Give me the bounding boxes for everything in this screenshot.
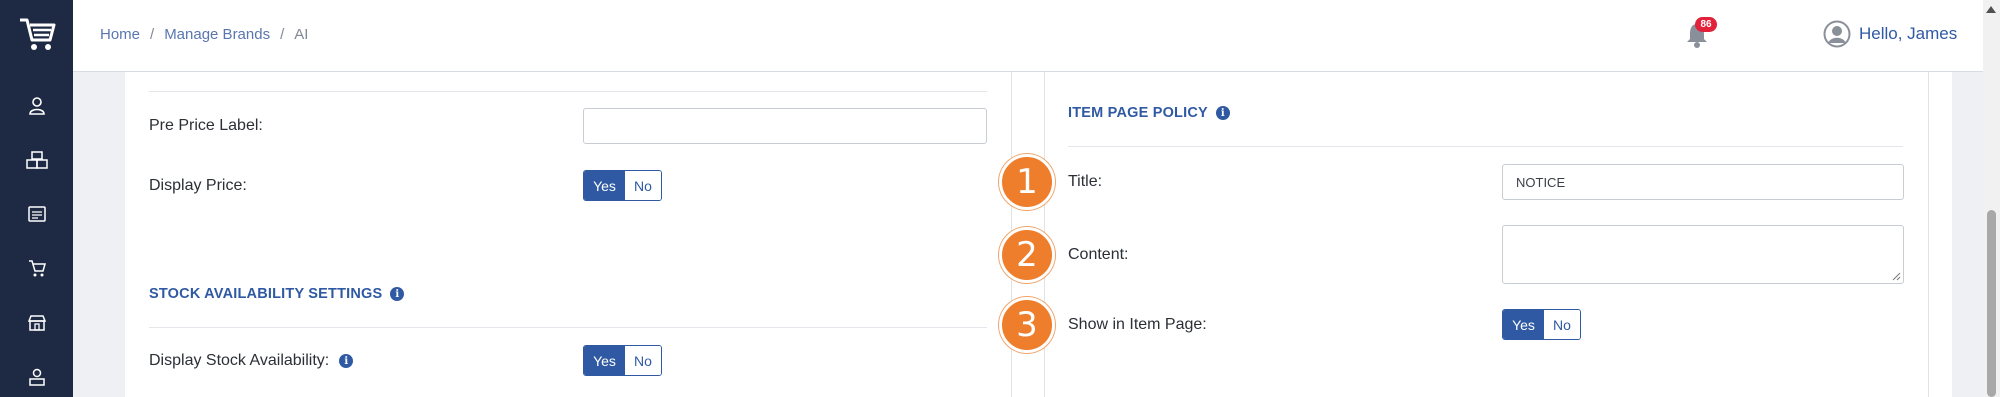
display-stock-yes-button[interactable]: Yes <box>584 346 625 375</box>
breadcrumb-separator: / <box>150 26 155 43</box>
display-stock-toggle: Yes No <box>583 345 662 376</box>
sidebar <box>0 0 73 397</box>
divider <box>1068 146 1903 147</box>
display-price-yes-button[interactable]: Yes <box>584 171 625 200</box>
user-icon[interactable] <box>24 93 50 119</box>
info-icon[interactable]: i <box>390 287 405 301</box>
stock-availability-title: STOCK AVAILABILITY SETTINGS <box>149 286 383 302</box>
scrollbar-thumb[interactable] <box>1987 210 1996 397</box>
user-menu[interactable]: Hello, James <box>1823 20 1957 48</box>
display-stock-no-button[interactable]: No <box>625 346 661 375</box>
cart-logo-icon[interactable] <box>18 14 56 54</box>
breadcrumb-current: AI <box>294 26 309 43</box>
content-label: Content: <box>1068 246 1129 263</box>
scroll-up-arrow-icon[interactable] <box>1986 6 1996 13</box>
title-label: Title: <box>1068 173 1103 190</box>
display-stock-label: Display Stock Availability: <box>149 352 330 369</box>
show-in-item-page-label: Show in Item Page: <box>1068 316 1207 333</box>
display-stock-row-label: Display Stock Availability: i <box>149 352 354 370</box>
step-3-marker: 3 <box>999 297 1055 353</box>
boxes-icon[interactable] <box>24 147 50 173</box>
step-2-marker: 2 <box>999 227 1055 283</box>
step-1-marker: 1 <box>999 154 1055 210</box>
breadcrumb: Home / Manage Brands / AI <box>100 26 308 43</box>
panel-edge <box>1928 72 1929 397</box>
top-bar: Home / Manage Brands / AI <box>73 0 2000 72</box>
catalog-icon[interactable] <box>24 201 50 227</box>
store-icon[interactable] <box>24 310 50 336</box>
divider <box>149 91 987 92</box>
pre-price-label: Pre Price Label: <box>149 117 263 134</box>
pre-price-input[interactable] <box>583 108 987 144</box>
item-page-policy-title: ITEM PAGE POLICY <box>1068 105 1208 121</box>
team-icon[interactable] <box>24 364 50 390</box>
content-textarea[interactable] <box>1502 225 1904 284</box>
display-price-label: Display Price: <box>149 177 247 194</box>
display-price-toggle: Yes No <box>583 170 662 201</box>
breadcrumb-manage-brands-link[interactable]: Manage Brands <box>164 26 270 43</box>
display-price-no-button[interactable]: No <box>625 171 661 200</box>
divider <box>149 327 987 328</box>
avatar-icon <box>1823 20 1851 48</box>
show-in-item-page-toggle: Yes No <box>1502 309 1581 340</box>
show-in-item-page-yes-button[interactable]: Yes <box>1503 310 1544 339</box>
user-greeting[interactable]: Hello, James <box>1859 24 1957 44</box>
item-page-policy-heading: ITEM PAGE POLICY i <box>1068 105 1230 121</box>
stock-availability-heading: STOCK AVAILABILITY SETTINGS i <box>149 286 405 302</box>
resize-handle-icon[interactable] <box>1891 271 1901 281</box>
breadcrumb-home-link[interactable]: Home <box>100 26 140 43</box>
show-in-item-page-no-button[interactable]: No <box>1544 310 1580 339</box>
info-icon[interactable]: i <box>1215 106 1230 120</box>
breadcrumb-separator: / <box>280 26 285 43</box>
cart-icon[interactable] <box>24 255 50 281</box>
notification-badge: 86 <box>1695 17 1717 32</box>
info-icon[interactable]: i <box>339 354 354 368</box>
title-input[interactable]: NOTICE <box>1502 164 1904 200</box>
